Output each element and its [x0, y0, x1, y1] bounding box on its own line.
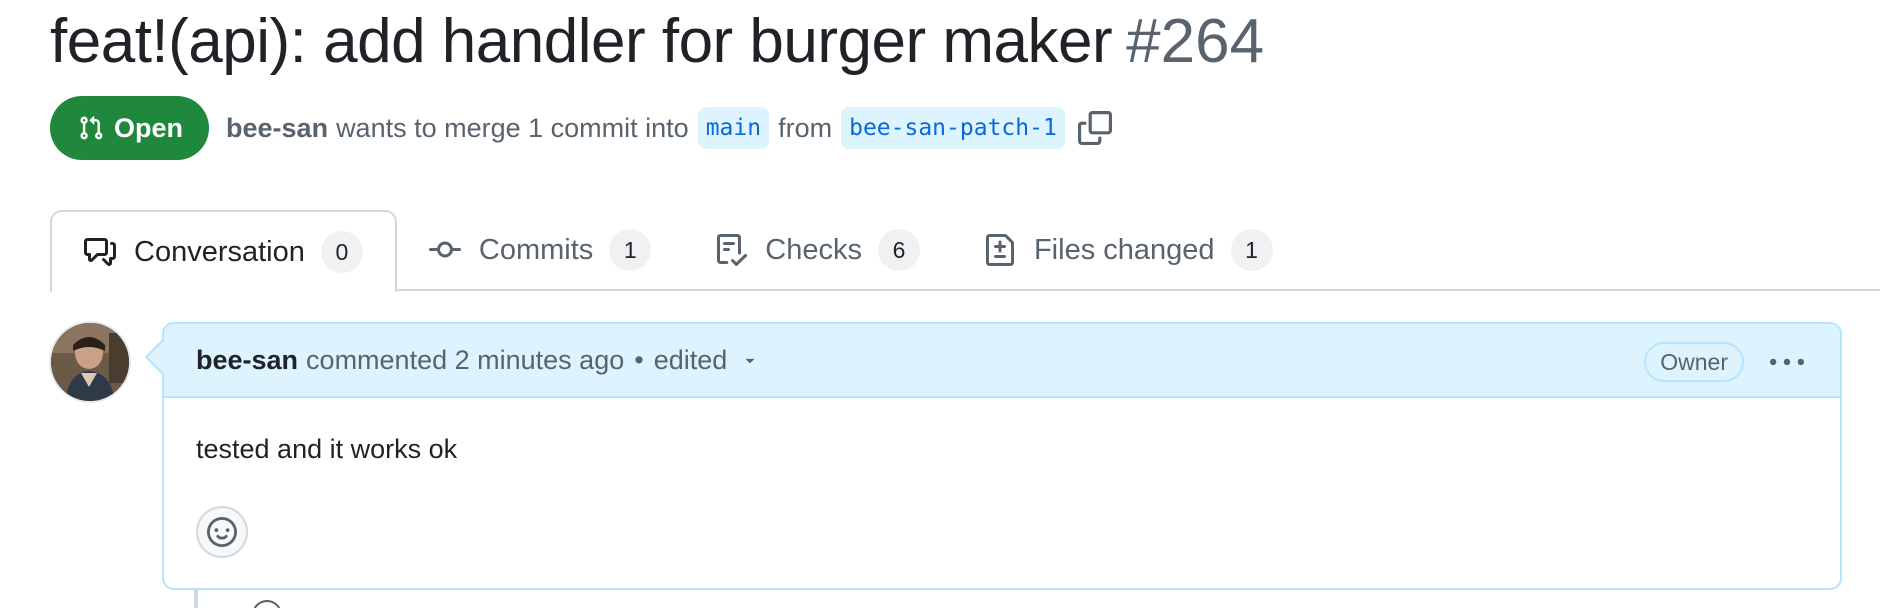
pr-title-row: feat!(api): add handler for burger maker…: [50, 6, 1264, 77]
smiley-icon: [207, 517, 237, 547]
comment-discussion-icon: [84, 238, 116, 266]
tab-conversation-label: Conversation: [134, 235, 305, 268]
comment-card: bee-san commented 2 minutes ago • edited…: [162, 322, 1842, 590]
pr-tabs: Conversation 0 Commits 1 Checks 6 Files …: [50, 210, 1305, 292]
pr-state-badge: Open: [50, 96, 210, 160]
pr-number: #264: [1126, 7, 1265, 76]
edited-dropdown[interactable]: edited: [654, 345, 760, 376]
owner-badge: Owner: [1644, 342, 1744, 382]
tab-files-changed-label: Files changed: [1033, 233, 1215, 266]
pr-title: feat!(api): add handler for burger maker: [50, 7, 1113, 76]
comment-separator: •: [634, 344, 644, 375]
tab-files-changed[interactable]: Files changed 1: [952, 210, 1305, 290]
head-branch[interactable]: bee-san-patch-1: [841, 107, 1065, 149]
checklist-icon: [717, 234, 748, 266]
copy-icon: [1077, 111, 1112, 145]
pr-merge-summary: bee-san wants to merge 1 commit into mai…: [226, 107, 1112, 149]
tab-checks[interactable]: Checks 6: [683, 210, 952, 290]
tab-checks-label: Checks: [765, 233, 862, 266]
comment-author-link[interactable]: bee-san: [196, 345, 298, 376]
tab-commits-count: 1: [609, 229, 652, 271]
pr-author-link[interactable]: bee-san: [226, 113, 328, 144]
from-text: from: [778, 112, 833, 143]
tab-conversation-count: 0: [320, 231, 363, 273]
edited-label: edited: [653, 344, 728, 375]
tab-commits-label: Commits: [478, 233, 594, 266]
tab-checks-count: 6: [877, 229, 920, 271]
timeline-event-badge: [252, 600, 282, 608]
base-branch[interactable]: main: [697, 107, 770, 149]
user-photo-icon: [51, 323, 129, 401]
timeline-line: [194, 590, 198, 608]
git-commit-icon: [428, 241, 461, 258]
comment-timestamp[interactable]: commented 2 minutes ago: [306, 345, 624, 376]
tab-files-changed-count: 1: [1230, 229, 1273, 271]
copy-branch-button[interactable]: [1077, 111, 1112, 145]
avatar[interactable]: [49, 321, 131, 403]
tab-commits[interactable]: Commits 1: [397, 210, 683, 290]
pr-state-label: Open: [114, 112, 184, 143]
kebab-horizontal-icon: [1770, 358, 1804, 366]
pr-meta-row: Open bee-san wants to merge 1 commit int…: [50, 96, 1112, 160]
tab-conversation[interactable]: Conversation 0: [50, 210, 397, 292]
comment-header: bee-san commented 2 minutes ago • edited…: [164, 324, 1840, 398]
comment-body: tested and it works ok: [196, 434, 458, 464]
merge-text: wants to merge 1 commit into: [336, 112, 689, 143]
file-diff-icon: [985, 234, 1014, 266]
git-pull-request-icon: [80, 115, 103, 140]
comment-options-button[interactable]: [1770, 346, 1804, 380]
add-reaction-button[interactable]: [196, 506, 248, 558]
triangle-down-icon: [741, 351, 759, 369]
